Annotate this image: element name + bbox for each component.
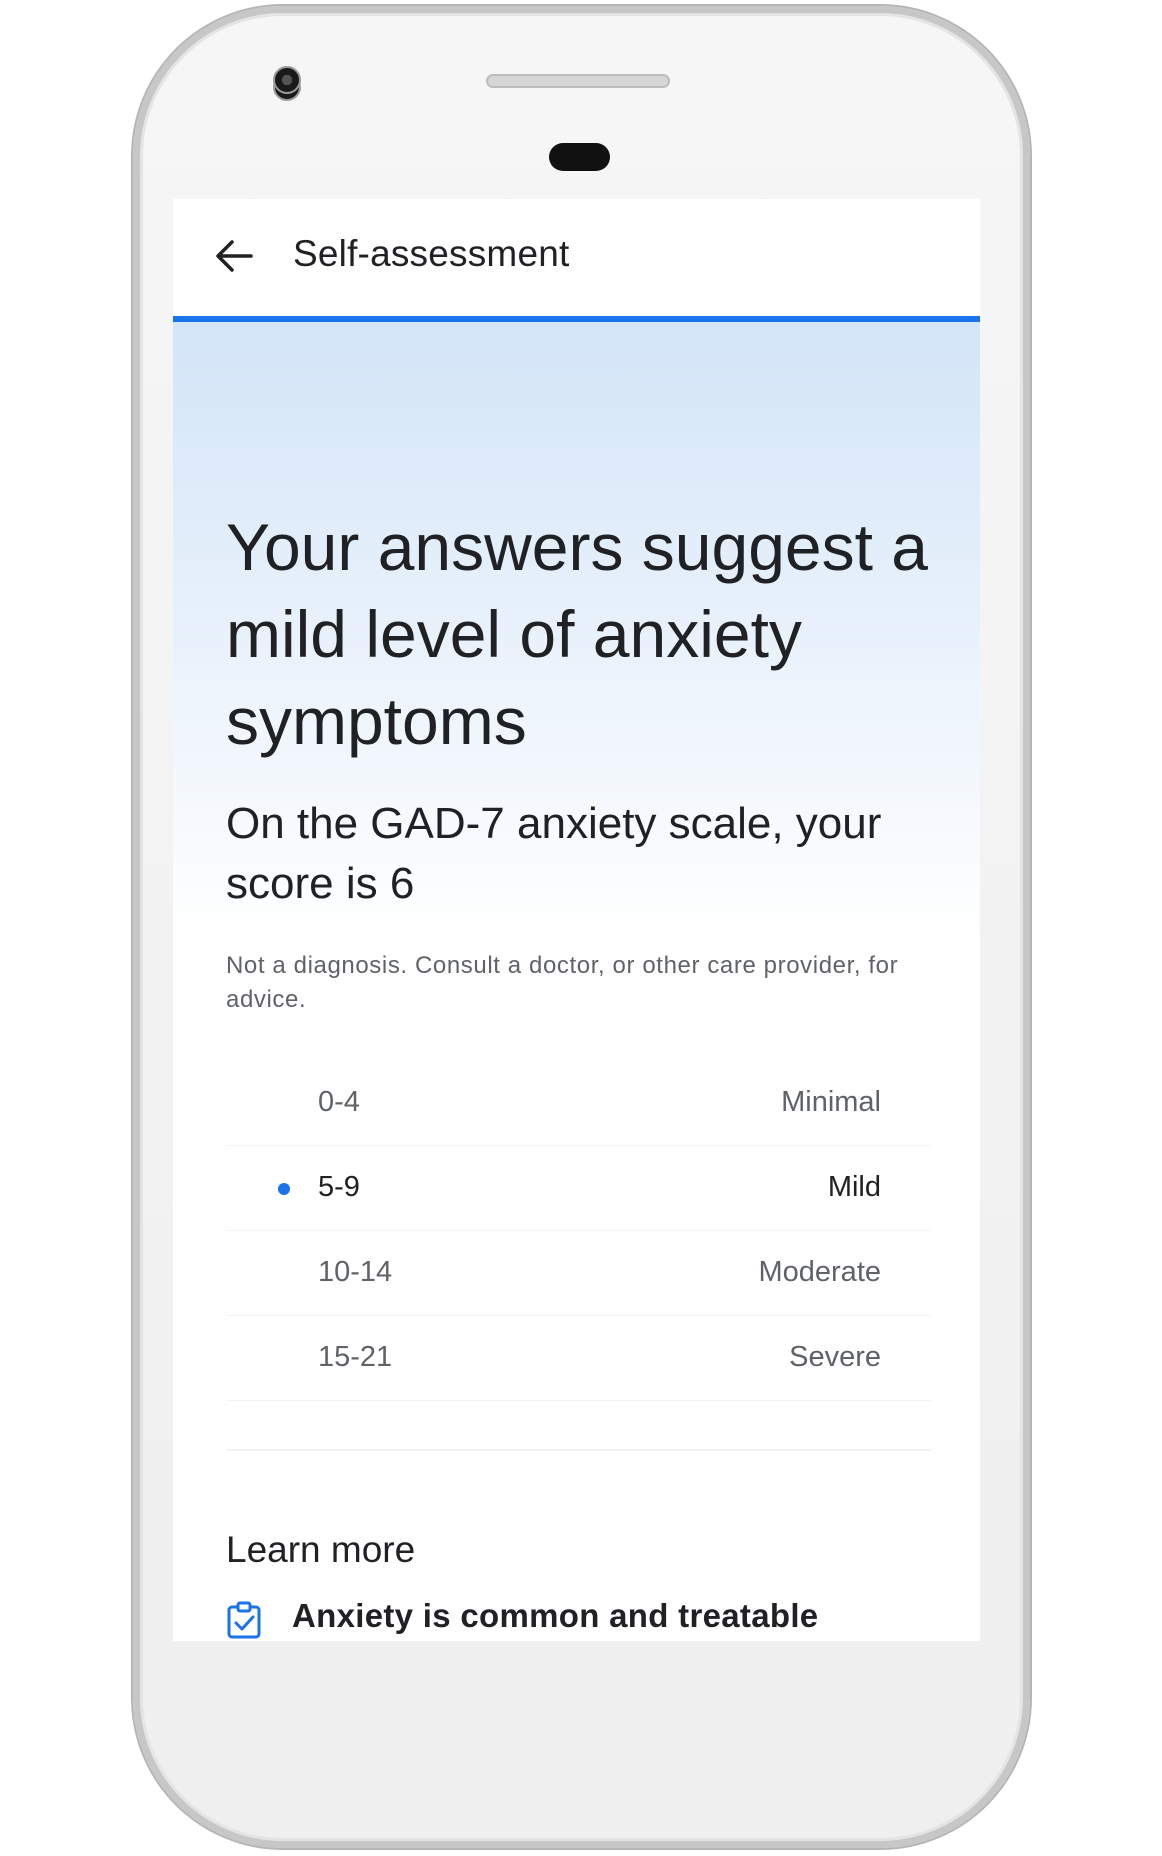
scale-row-moderate: 10-14 Moderate [226,1231,931,1316]
section-divider [226,1449,931,1451]
page-title: Self-assessment [293,233,570,274]
back-button[interactable] [213,235,255,277]
clipboard-check-icon [227,1601,261,1639]
scale-level: Moderate [758,1256,881,1288]
scale-row-minimal: 0-4 Minimal [226,1061,931,1146]
phone-screen: Self-assessment Your answers suggest a m… [173,199,980,1641]
scale-level: Minimal [781,1086,881,1118]
learn-more-item-label: Anxiety is common and treatable [292,1597,819,1634]
scale-range: 5-9 [318,1171,360,1203]
app-bar: Self-assessment [173,199,980,322]
front-camera-lens [273,66,301,94]
learn-more-item[interactable]: Anxiety is common and treatable [226,1597,946,1641]
arrow-back-icon [216,240,253,272]
scale-row-severe: 15-21 Severe [226,1316,931,1401]
learn-more-heading: Learn more [226,1529,416,1570]
earpiece-speaker [486,74,670,88]
severity-scale: 0-4 Minimal 5-9 Mild 10-14 Moderate 15-2… [226,1061,931,1401]
disclaimer-text: Not a diagnosis. Consult a doctor, or ot… [226,952,899,1013]
proximity-sensor [549,143,610,171]
scale-level: Mild [827,1171,881,1203]
score-summary: On the GAD-7 anxiety scale, your score i… [226,799,882,908]
result-headline: Your answers suggest a mild level of anx… [226,510,928,758]
scale-level: Severe [789,1341,881,1373]
scale-range: 0-4 [318,1086,360,1118]
scale-range: 10-14 [318,1256,393,1288]
current-score-indicator [278,1183,290,1195]
scale-row-mild: 5-9 Mild [226,1146,931,1231]
scale-range: 15-21 [318,1341,393,1373]
